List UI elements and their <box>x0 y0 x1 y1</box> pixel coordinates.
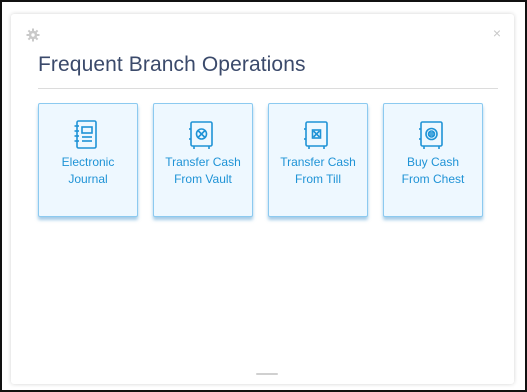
tile-label: Electronic Journal <box>61 155 115 186</box>
tile-label: Buy Cash From Chest <box>401 155 465 186</box>
tile-buy-cash-from-chest[interactable]: Buy Cash From Chest <box>383 103 483 217</box>
screenshot-frame: × Frequent Branch Operations Electronic … <box>0 0 527 392</box>
tile-label: Transfer Cash From Vault <box>165 155 241 186</box>
tile-transfer-cash-from-vault[interactable]: Transfer Cash From Vault <box>153 103 253 217</box>
till-icon <box>304 121 328 149</box>
close-icon[interactable]: × <box>493 26 501 40</box>
resize-handle[interactable] <box>256 373 278 375</box>
vault-icon <box>189 121 213 149</box>
tile-transfer-cash-from-till[interactable]: Transfer Cash From Till <box>268 103 368 217</box>
gear-icon[interactable] <box>26 28 40 42</box>
journal-icon <box>74 120 97 149</box>
chest-icon <box>419 121 443 149</box>
frequent-operations-panel: × Frequent Branch Operations Electronic … <box>11 14 514 384</box>
tile-electronic-journal[interactable]: Electronic Journal <box>38 103 138 217</box>
title-divider <box>38 88 498 89</box>
tile-label: Transfer Cash From Till <box>280 155 356 186</box>
panel-title: Frequent Branch Operations <box>38 53 306 76</box>
